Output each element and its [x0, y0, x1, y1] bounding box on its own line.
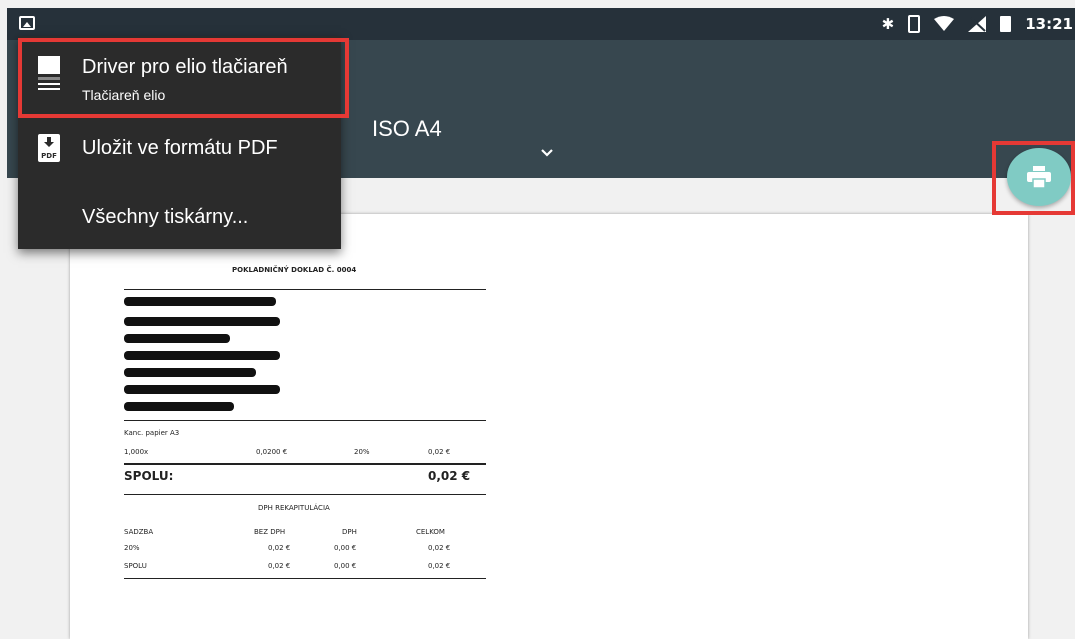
vat-cell: 0,02 € [428, 562, 451, 570]
battery-charging-icon [1000, 16, 1012, 32]
svg-text:PDF: PDF [41, 152, 57, 160]
vat-cell: 20% [124, 544, 140, 552]
vat-cell: 0,00 € [334, 562, 357, 570]
redacted-line [124, 297, 276, 306]
paper-size-value[interactable]: ISO A4 [372, 116, 442, 142]
highlight-box [18, 38, 349, 118]
redacted-line [124, 351, 280, 360]
receipt-title: POKLADNIČNÝ DOKLAD Č. 0004 [232, 266, 357, 274]
preview-page [70, 214, 1028, 639]
redacted-line [124, 402, 234, 411]
vat-cell: 0,02 € [268, 562, 291, 570]
vat-recap-title: DPH REKAPITULÁCIA [258, 504, 330, 512]
item-quantity: 1,000x [124, 448, 149, 456]
no-signal-icon [968, 16, 987, 32]
divider [124, 463, 486, 465]
bluetooth-icon: ✱ [881, 15, 895, 33]
wifi-icon [934, 16, 955, 31]
printer-option-save-pdf[interactable]: PDF Uložit ve formátu PDF [18, 118, 341, 182]
item-vat: 20% [354, 448, 370, 456]
vat-header: CELKOM [416, 528, 445, 536]
vat-cell: SPOLU [124, 562, 147, 570]
item-name: Kanc. papier A3 [124, 429, 180, 437]
redacted-line [124, 317, 280, 326]
redacted-line [124, 368, 256, 377]
image-icon [19, 16, 35, 30]
printer-option-all-printers[interactable]: Všechny tiskárny... [18, 182, 341, 249]
vat-cell: 0,02 € [428, 544, 451, 552]
redacted-line [124, 334, 230, 343]
vat-header: DPH [342, 528, 357, 536]
item-total: 0,02 € [428, 448, 451, 456]
vat-cell: 0,02 € [268, 544, 291, 552]
total-value: 0,02 € [428, 469, 471, 483]
total-label: SPOLU: [124, 469, 174, 483]
divider [124, 578, 486, 579]
chevron-down-icon[interactable] [540, 146, 554, 160]
printer-option-title: Uložit ve formátu PDF [82, 137, 278, 159]
pdf-icon: PDF [38, 134, 60, 162]
divider [124, 289, 486, 290]
highlight-box [992, 141, 1075, 215]
vibrate-icon [908, 15, 921, 33]
divider [124, 494, 486, 495]
vat-cell: 0,00 € [334, 544, 357, 552]
status-time: 13:21 [1025, 15, 1073, 33]
vat-header: BEZ DPH [254, 528, 286, 536]
vat-header: SADZBA [124, 528, 154, 536]
divider [124, 420, 486, 421]
item-unit-price: 0,0200 € [256, 448, 288, 456]
redacted-line [124, 385, 280, 394]
printer-option-title: Všechny tiskárny... [82, 206, 249, 228]
